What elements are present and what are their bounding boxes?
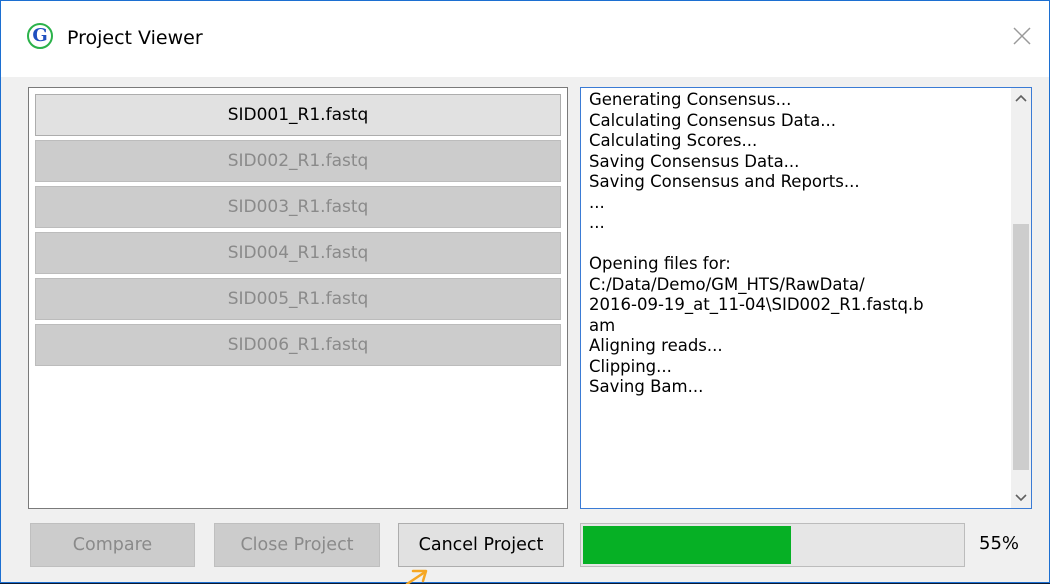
file-item-sid001[interactable]: SID001_R1.fastq	[35, 94, 561, 136]
log-text: Generating Consensus... Calculating Cons…	[589, 90, 924, 396]
chevron-up-icon[interactable]	[1011, 88, 1031, 108]
file-item-sid002[interactable]: SID002_R1.fastq	[35, 140, 561, 182]
progress-bar-fill	[583, 526, 791, 564]
file-item-label: SID006_R1.fastq	[227, 335, 369, 355]
cancel-project-button[interactable]: Cancel Project	[398, 523, 564, 567]
file-item-label: SID001_R1.fastq	[227, 105, 369, 125]
window-title: Project Viewer	[67, 27, 203, 49]
chevron-down-icon[interactable]	[1011, 488, 1031, 508]
log-scrollbar[interactable]	[1011, 88, 1031, 508]
project-viewer-window: G Project Viewer SID001_R1.fastq SID002_…	[0, 0, 1050, 584]
file-item-sid006[interactable]: SID006_R1.fastq	[35, 324, 561, 366]
file-item-label: SID005_R1.fastq	[227, 289, 369, 309]
progress-bar	[580, 523, 965, 567]
file-list: SID001_R1.fastq SID002_R1.fastq SID003_R…	[28, 87, 568, 509]
close-project-button[interactable]: Close Project	[214, 523, 380, 567]
file-item-label: SID004_R1.fastq	[227, 243, 369, 263]
file-item-sid004[interactable]: SID004_R1.fastq	[35, 232, 561, 274]
log-output[interactable]: Generating Consensus... Calculating Cons…	[580, 87, 1032, 509]
scrollbar-thumb[interactable]	[1013, 224, 1029, 470]
file-item-label: SID003_R1.fastq	[227, 197, 369, 217]
file-item-sid003[interactable]: SID003_R1.fastq	[35, 186, 561, 228]
app-logo-icon: G	[27, 23, 53, 49]
file-item-label: SID002_R1.fastq	[227, 151, 369, 171]
close-icon[interactable]	[1007, 21, 1037, 51]
app-logo-letter: G	[32, 25, 48, 46]
progress-percent: 55%	[979, 533, 1020, 554]
arrow-pointer-icon	[405, 569, 428, 584]
compare-button[interactable]: Compare	[30, 523, 195, 567]
file-item-sid005[interactable]: SID005_R1.fastq	[35, 278, 561, 320]
title-bar[interactable]: G Project Viewer	[1, 1, 1049, 77]
